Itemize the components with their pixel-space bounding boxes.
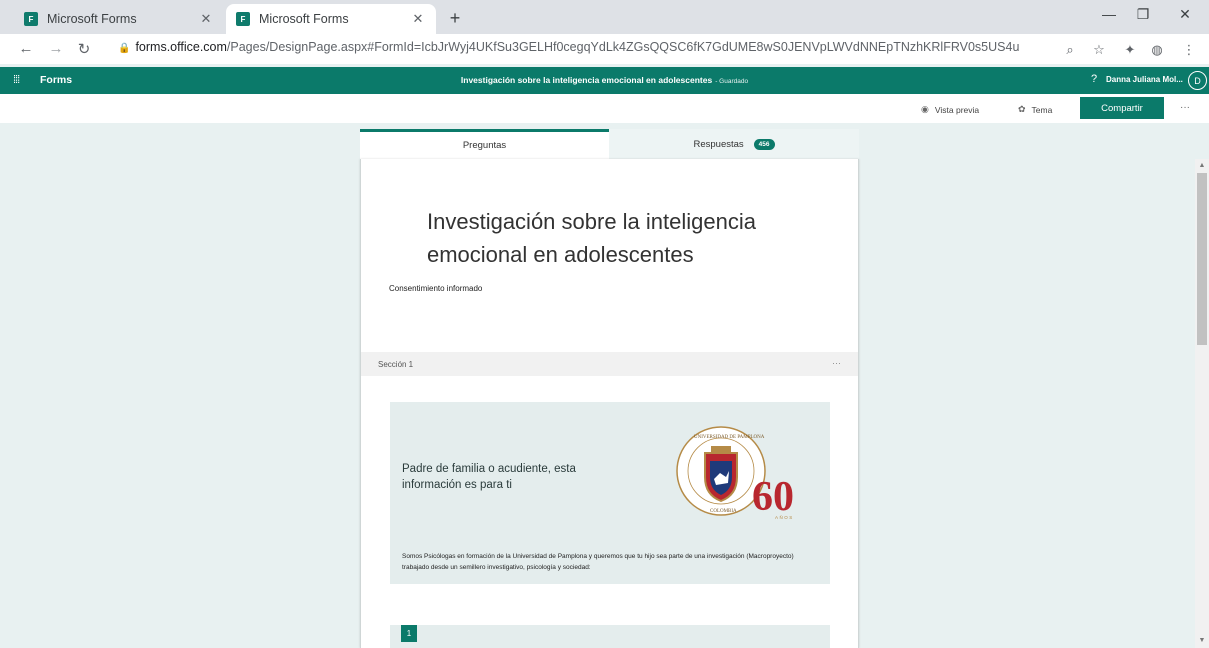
zoom-icon[interactable]: ⌕ [1061, 42, 1079, 58]
close-tab-icon[interactable]: ✕ [410, 11, 426, 27]
browser-tab-title: Microsoft Forms [47, 12, 137, 26]
section-header[interactable]: Sección 1 ··· [361, 352, 858, 376]
browser-tab-strip: F Microsoft Forms ✕ F Microsoft Forms ✕ … [0, 0, 1209, 34]
eye-icon: ◉ [921, 104, 929, 114]
url-path: /Pages/DesignPage.aspx#FormId=IcbJrWyj4U… [226, 40, 1020, 54]
new-tab-icon[interactable]: + [445, 8, 465, 29]
logo-badge: 60 [752, 474, 794, 520]
tab-questions-label: Preguntas [462, 140, 507, 151]
avatar[interactable]: D [1188, 71, 1207, 90]
tab-responses-label: Respuestas [693, 138, 744, 150]
theme-button[interactable]: ✿ Tema [1018, 104, 1052, 115]
forms-header: ⁞⁞⁞ Forms Investigación sobre la intelig… [0, 67, 1209, 94]
preview-label: Vista previa [934, 104, 980, 115]
document-title-text: Investigación sobre la inteligencia emoc… [460, 75, 713, 85]
forms-favicon-icon: F [236, 12, 250, 26]
page-scrollbar[interactable]: ▲ ▼ [1195, 159, 1209, 648]
bookmark-star-icon[interactable]: ☆ [1090, 42, 1108, 58]
form-title[interactable]: Investigación sobre la inteligencia emoc… [427, 205, 807, 271]
command-bar: ◉ Vista previa ✿ Tema Compartir ··· [0, 94, 1209, 123]
preview-button[interactable]: ◉ Vista previa [921, 104, 979, 115]
tab-questions[interactable]: Preguntas [360, 129, 609, 159]
user-name[interactable]: Danna Juliana Mol... [1106, 75, 1183, 84]
saved-status: - Guardado [715, 78, 749, 85]
logo-badge-sub: AÑOS [775, 514, 794, 520]
browser-tab-2[interactable]: F Microsoft Forms ✕ [226, 4, 436, 34]
theme-label: Tema [1031, 104, 1053, 115]
tab-responses[interactable]: Respuestas 456 [609, 129, 859, 159]
question-block[interactable]: 1 [390, 625, 830, 648]
url-field[interactable]: 🔒 forms.office.com/Pages/DesignPage.aspx#… [118, 40, 1019, 54]
share-button[interactable]: Compartir [1080, 97, 1164, 119]
scroll-thumb[interactable] [1197, 173, 1207, 345]
info-heading: Padre de familia o acudiente, esta infor… [402, 463, 576, 491]
url-host: forms.office.com [135, 40, 227, 54]
question-number: 1 [401, 625, 417, 642]
forward-icon[interactable]: → [44, 40, 68, 57]
form-tabs: Preguntas Respuestas 456 [360, 129, 859, 159]
responses-count-badge: 456 [753, 138, 775, 150]
university-logo: 60 AÑOS UNIVERSIDAD DE PAMPLONA COLOMBIA [676, 426, 794, 520]
forms-favicon-icon: F [24, 12, 38, 26]
minimize-icon[interactable]: — [1094, 6, 1124, 22]
lock-icon: 🔒 [118, 43, 131, 54]
logo-bottom-text: COLOMBIA [710, 509, 737, 514]
document-title: Investigación sobre la inteligencia emoc… [0, 75, 1209, 85]
extensions-icon[interactable]: ✦ [1121, 42, 1139, 58]
info-block[interactable]: Padre de familia o acudiente, esta infor… [390, 402, 830, 584]
form-description[interactable]: Consentimiento informado [389, 284, 482, 293]
profile-icon[interactable]: ◍ [1148, 42, 1166, 58]
logo-top-text: UNIVERSIDAD DE PAMPLONA [694, 435, 765, 440]
info-body: Somos Psicólogas en formación de la Univ… [402, 553, 794, 571]
more-options-icon[interactable]: ··· [1180, 102, 1190, 113]
address-bar: ← → ↻ 🔒 forms.office.com/Pages/DesignPage… [0, 34, 1209, 64]
scroll-down-arrow-icon[interactable]: ▼ [1195, 634, 1209, 648]
scroll-up-arrow-icon[interactable]: ▲ [1195, 159, 1209, 173]
back-icon[interactable]: ← [14, 40, 38, 57]
help-icon[interactable]: ? [1091, 73, 1097, 85]
restore-icon[interactable]: ❐ [1128, 6, 1158, 23]
close-tab-icon[interactable]: ✕ [198, 11, 214, 27]
section-label: Sección 1 [378, 360, 414, 369]
browser-tab-1[interactable]: F Microsoft Forms ✕ [14, 4, 224, 34]
browser-menu-icon[interactable]: ⋮ [1180, 42, 1198, 58]
palette-icon: ✿ [1018, 104, 1026, 114]
close-window-icon[interactable]: ✕ [1170, 6, 1200, 23]
reload-icon[interactable]: ↻ [72, 40, 96, 58]
browser-tab-title: Microsoft Forms [259, 12, 349, 26]
form-card: Investigación sobre la inteligencia emoc… [360, 159, 859, 648]
section-more-icon[interactable]: ··· [832, 358, 841, 368]
